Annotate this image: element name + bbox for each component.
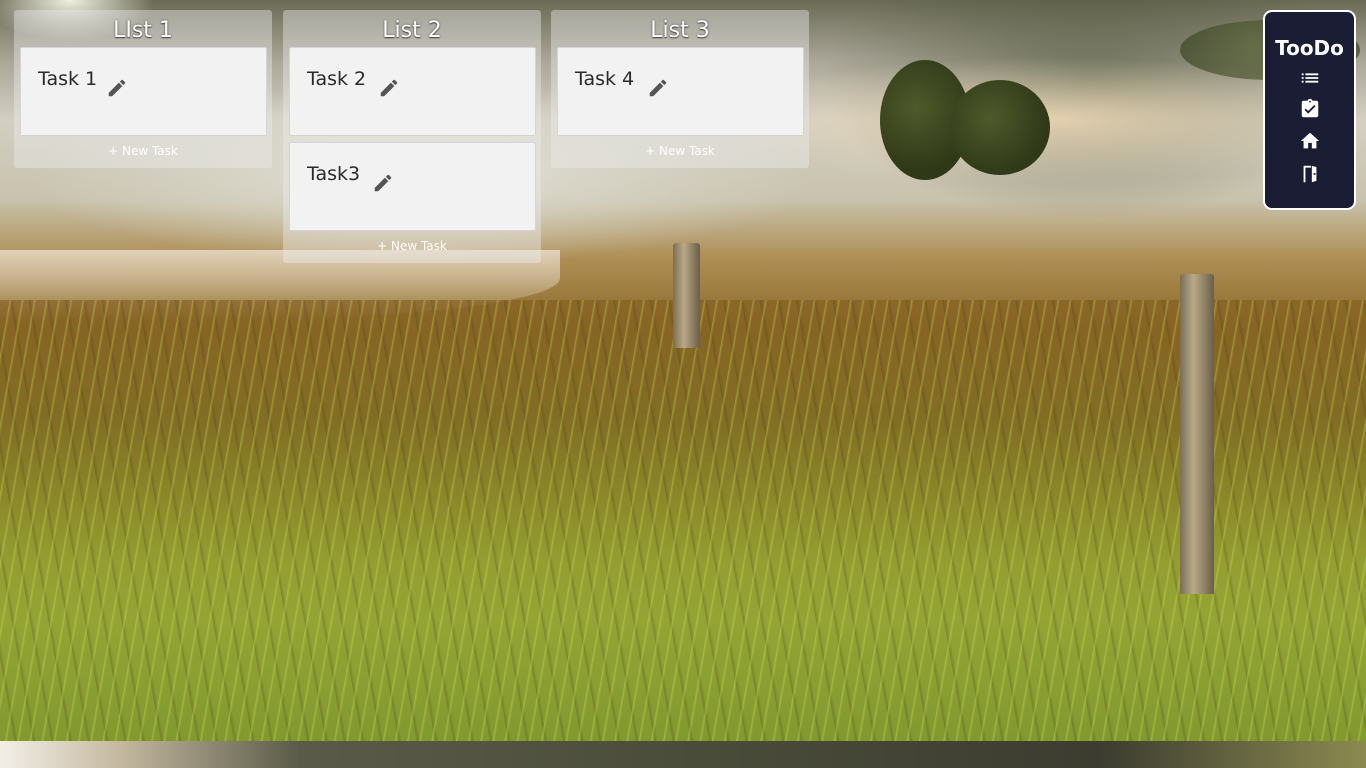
nav-panel: TooDo [1263, 10, 1356, 210]
pencil-icon[interactable] [106, 77, 128, 99]
list-2: List 2 Task 2 Task3 + New Task [283, 10, 541, 263]
task-label: Task 1 [38, 68, 98, 90]
pencil-icon[interactable] [647, 77, 669, 99]
new-task-button[interactable]: + New Task [551, 142, 809, 168]
list-3: List 3 Task 4 + New Task [551, 10, 809, 168]
pencil-icon[interactable] [378, 77, 400, 99]
task-card[interactable]: Task3 [289, 142, 536, 231]
list-1: LIst 1 Task 1 + New Task [14, 10, 272, 168]
background-fence-post [673, 243, 700, 348]
task-card[interactable]: Task 4 [557, 47, 804, 136]
pencil-icon[interactable] [372, 172, 394, 194]
exit-door-icon[interactable] [1299, 163, 1321, 185]
task-card[interactable]: Task 2 [289, 47, 536, 136]
new-task-button[interactable]: + New Task [283, 237, 541, 263]
clipboard-check-icon[interactable] [1299, 98, 1321, 120]
home-icon[interactable] [1299, 130, 1321, 152]
list-title[interactable]: List 2 [283, 10, 541, 47]
new-task-button[interactable]: + New Task [14, 142, 272, 168]
list-title[interactable]: List 3 [551, 10, 809, 47]
task-card[interactable]: Task 1 [20, 47, 267, 136]
app-title: TooDo [1275, 36, 1344, 60]
list-title[interactable]: LIst 1 [14, 10, 272, 47]
list-icon[interactable] [1299, 67, 1321, 89]
background-fence-post [1180, 274, 1214, 594]
background-bottom-strip [0, 741, 1366, 768]
task-label: Task3 [307, 163, 361, 185]
task-label: Task 2 [307, 68, 367, 90]
background-shrub [950, 80, 1050, 175]
task-label: Task 4 [575, 68, 635, 90]
background-grass [0, 300, 1366, 741]
